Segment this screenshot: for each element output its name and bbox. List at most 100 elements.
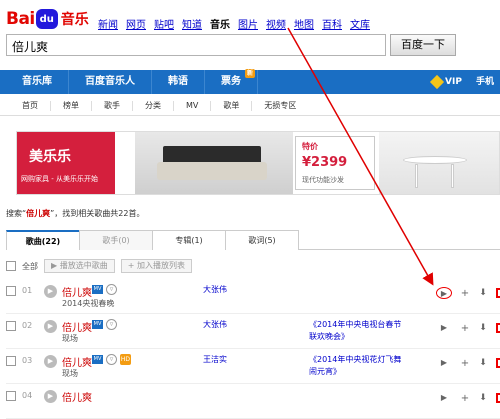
song-title[interactable]: 倍儿爽 [62,354,92,369]
topnav-tieba[interactable]: 贴吧 [154,16,174,31]
subnav-mv[interactable]: MV [174,100,212,111]
row-actions: ▶ + ⬇ [436,322,500,334]
play-selected-button[interactable]: ▶ 播放选中歌曲 [44,259,115,273]
download-icon[interactable]: ⬇ [478,323,488,333]
add-to-list-button[interactable]: + 加入播放列表 [120,259,192,273]
subnav-categories[interactable]: 分类 [133,100,174,111]
tab-songs[interactable]: 歌曲(22) [6,230,80,250]
subnav-charts[interactable]: 榜单 [51,100,92,111]
row-checkbox[interactable] [6,286,16,296]
topnav-zhidao[interactable]: 知道 [182,16,202,31]
song-artist[interactable]: 王洁实 [203,354,227,365]
mainnav-label: 韩语 [168,76,188,87]
top-nav: 新闻 网页 贴吧 知道 音乐 图片 视频 地图 百科 文库 [98,16,370,31]
row-number: 01 [22,286,33,295]
topnav-baike[interactable]: 百科 [322,16,342,31]
song-title[interactable]: 倍儿爽 [62,284,92,299]
dining-table-image [379,132,499,194]
logo-bai: Bai [6,9,35,29]
table-leg [415,164,418,188]
song-album[interactable]: 《2014年中央视花灯飞舞闹元宵》 [309,354,409,378]
table-leg [451,164,454,188]
top-bar: Bai du 音乐 新闻 网页 贴吧 知道 音乐 图片 视频 地图 百科 文库 … [0,0,500,66]
mobile-link[interactable]: 手机 [476,70,494,94]
tab-albums[interactable]: 专辑(1) [152,230,226,250]
select-all-checkbox[interactable] [6,261,16,271]
sub-nav: 首页 榜单 歌手 分类 MV 歌单 无损专区 [0,96,500,116]
mainnav-musician[interactable]: 百度音乐人 [69,70,152,94]
play-icon[interactable]: ▶ [436,322,452,334]
download-icon[interactable]: ⬇ [478,393,488,403]
topnav-video[interactable]: 视频 [266,16,286,31]
play-icon[interactable]: ▶ [436,287,452,299]
result-tabs: 歌曲(22) 歌手(0) 专辑(1) 歌词(5) [6,230,500,250]
favorite-icon[interactable] [496,323,500,333]
mv-icon[interactable]: MV [92,355,103,364]
row-checkbox[interactable] [6,321,16,331]
add-icon[interactable]: + [460,358,470,369]
paw-icon: du [35,9,58,29]
mv-icon[interactable]: MV [92,285,103,294]
song-title[interactable]: 倍儿爽 [62,319,92,334]
result-keyword: 倍儿爽 [26,209,51,218]
mainnav-label: 音乐库 [22,76,52,87]
topnav-music[interactable]: 音乐 [210,16,230,31]
sofa-image [135,132,293,194]
subnav-home[interactable]: 首页 [0,100,51,111]
row-actions: ▶ + ⬇ [436,287,500,299]
song-row: 01 ▶ 倍儿爽 MV ▿ 2014央视春晚 大张伟 ▶ + ⬇ [6,279,500,314]
row-number: 02 [22,321,33,330]
more-icon[interactable]: ▿ [106,319,117,330]
subnav-lossless[interactable]: 无损专区 [252,101,308,111]
play-circle-icon[interactable]: ▶ [44,355,57,368]
song-row: 03 ▶ 倍儿爽 MV ▿ HD 现场 王洁实 《2014年中央视花灯飞舞闹元宵… [6,349,500,384]
subnav-artists[interactable]: 歌手 [92,100,133,111]
mainnav-korean[interactable]: 韩语 [152,70,205,94]
logo-music: 音乐 [60,12,89,28]
play-icon[interactable]: ▶ [436,392,452,404]
play-circle-icon[interactable]: ▶ [44,390,57,403]
banner-promo: 特价 ¥2399 现代功能沙发 [295,136,375,190]
download-icon[interactable]: ⬇ [478,358,488,368]
play-circle-icon[interactable]: ▶ [44,320,57,333]
topnav-news[interactable]: 新闻 [98,16,118,31]
add-icon[interactable]: + [460,393,470,404]
song-artist[interactable]: 大张伟 [203,319,227,330]
song-row: 02 ▶ 倍儿爽 MV ▿ 现场 大张伟 《2014年中央电视台春节联欢晚会》 … [6,314,500,349]
topnav-images[interactable]: 图片 [238,16,258,31]
baidu-music-logo[interactable]: Bai du 音乐 [6,8,89,30]
topnav-web[interactable]: 网页 [126,16,146,31]
favorite-icon[interactable] [496,393,500,403]
ad-banner[interactable]: 美乐乐 网购家具 - 从美乐乐开始 特价 ¥2399 现代功能沙发 [16,131,500,195]
song-album[interactable]: 《2014年中央电视台春节联欢晚会》 [309,319,409,343]
favorite-icon[interactable] [496,288,500,298]
tab-artists[interactable]: 歌手(0) [79,230,153,250]
download-icon[interactable]: ⬇ [478,288,488,298]
row-number: 04 [22,391,33,400]
row-checkbox[interactable] [6,356,16,366]
promo-tag: 特价 [302,142,318,151]
topnav-map[interactable]: 地图 [294,16,314,31]
row-checkbox[interactable] [6,391,16,401]
play-icon[interactable]: ▶ [436,357,452,369]
favorite-icon[interactable] [496,358,500,368]
song-artist[interactable]: 大张伟 [203,284,227,295]
more-icon[interactable]: ▿ [106,354,117,365]
more-icon[interactable]: ▿ [106,284,117,295]
tab-lyrics[interactable]: 歌词(5) [225,230,299,250]
main-nav: 音乐库 百度音乐人 韩语 票务新 [0,69,500,94]
row-number: 03 [22,356,33,365]
mv-icon[interactable]: MV [92,320,103,329]
mainnav-tickets[interactable]: 票务新 [205,69,258,94]
search-input[interactable]: 倍儿爽 [6,34,386,56]
add-icon[interactable]: + [460,323,470,334]
row-actions: ▶ + ⬇ [436,357,500,369]
add-icon[interactable]: + [460,288,470,299]
play-circle-icon[interactable]: ▶ [44,285,57,298]
topnav-wenku[interactable]: 文库 [350,16,370,31]
search-button[interactable]: 百度一下 [390,34,456,56]
mainnav-music-library[interactable]: 音乐库 [0,70,69,94]
song-title[interactable]: 倍儿爽 [62,389,92,404]
vip-link[interactable]: VIP [429,70,462,94]
subnav-playlists[interactable]: 歌单 [211,100,253,111]
